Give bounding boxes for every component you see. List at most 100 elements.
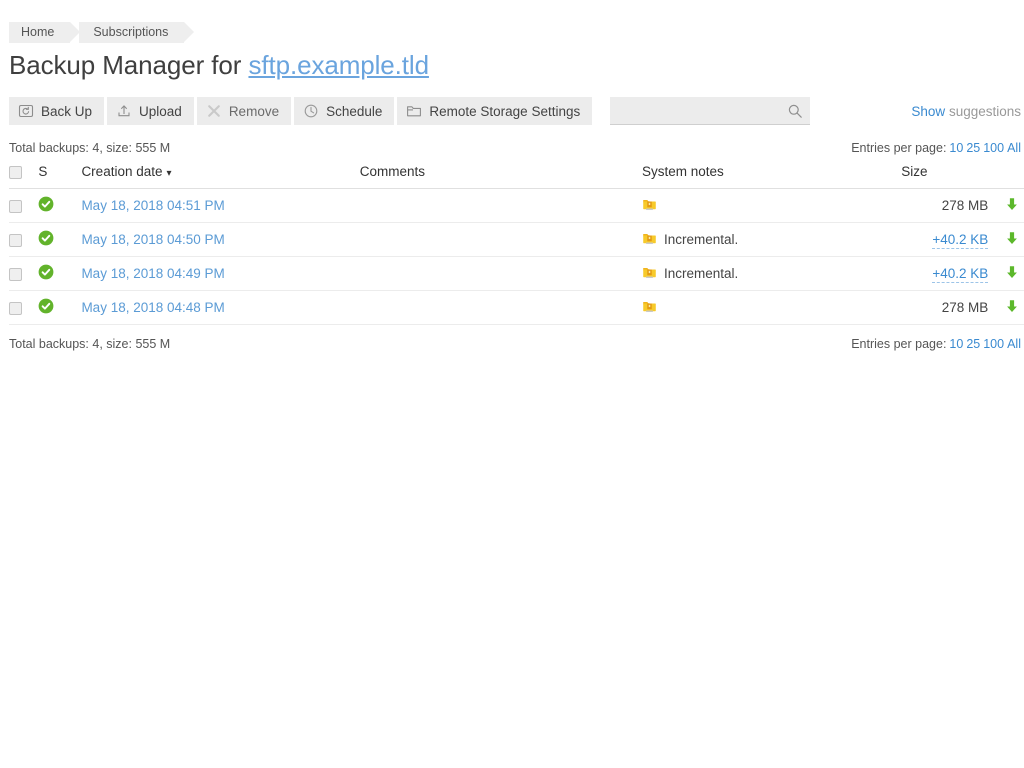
row-system-notes-cell — [642, 189, 901, 223]
row-date-cell: May 18, 2018 04:49 PM — [81, 257, 359, 291]
entries-option-10-top[interactable]: 10 — [949, 141, 963, 155]
table-row: May 18, 2018 04:49 PM Incremental. +40.2 K… — [9, 257, 1024, 291]
remove-icon — [206, 103, 222, 119]
summary-bar-bottom: Total backups: 4, size: 555 M Entries pe… — [0, 337, 1024, 351]
show-suggestions: Show suggestions — [911, 104, 1021, 119]
page-title: Backup Manager for sftp.example.tld — [9, 50, 1024, 81]
total-backups-bottom: Total backups: 4, size: 555 M — [9, 337, 170, 351]
search-icon[interactable] — [787, 103, 803, 119]
toolbar: Back Up Upload Remove Schedule — [9, 97, 1024, 125]
breadcrumb: Home Subscriptions — [0, 0, 1024, 42]
download-icon[interactable] — [1005, 302, 1019, 317]
header-creation-date-label: Creation date — [81, 164, 162, 179]
row-checkbox[interactable] — [9, 200, 22, 213]
upload-button[interactable]: Upload — [107, 97, 194, 125]
download-icon[interactable] — [1005, 234, 1019, 249]
back-up-button[interactable]: Back Up — [9, 97, 104, 125]
remote-storage-settings-button[interactable]: Remote Storage Settings — [397, 97, 592, 125]
row-checkbox[interactable] — [9, 234, 22, 247]
download-icon[interactable] — [1005, 200, 1019, 215]
row-date-cell: May 18, 2018 04:51 PM — [81, 189, 359, 223]
show-suggestions-link[interactable]: Show — [911, 104, 945, 119]
remove-button-label: Remove — [229, 104, 279, 119]
row-status-cell — [38, 223, 81, 257]
entries-option-all-bottom[interactable]: All — [1007, 337, 1021, 351]
download-icon[interactable] — [1005, 268, 1019, 283]
row-size-cell: +40.2 KB — [901, 223, 1000, 257]
row-download-cell[interactable] — [1000, 257, 1024, 291]
schedule-button-label: Schedule — [326, 104, 382, 119]
entries-option-100-bottom[interactable]: 100 — [983, 337, 1004, 351]
entries-per-page-bottom: Entries per page:1025100All — [851, 337, 1021, 351]
archive-folder-icon — [642, 265, 657, 283]
row-comment-cell — [360, 257, 642, 291]
row-size-cell: 278 MB — [901, 189, 1000, 223]
backup-date-link[interactable]: May 18, 2018 04:49 PM — [81, 266, 224, 281]
folder-icon — [406, 103, 422, 119]
row-system-notes-cell: Incremental. — [642, 223, 901, 257]
row-checkbox[interactable] — [9, 302, 22, 315]
header-select-all[interactable] — [9, 164, 38, 189]
header-download — [1000, 164, 1024, 189]
total-backups-top: Total backups: 4, size: 555 M — [9, 141, 170, 155]
table-row: May 18, 2018 04:48 PM 278 MB — [9, 291, 1024, 325]
row-checkbox[interactable] — [9, 268, 22, 281]
row-select-cell[interactable] — [9, 189, 38, 223]
table-row: May 18, 2018 04:50 PM Incremental. +40.2 K… — [9, 223, 1024, 257]
entries-option-100-top[interactable]: 100 — [983, 141, 1004, 155]
show-suggestions-text: suggestions — [945, 104, 1021, 119]
schedule-button[interactable]: Schedule — [294, 97, 394, 125]
row-download-cell[interactable] — [1000, 223, 1024, 257]
backup-date-link[interactable]: May 18, 2018 04:48 PM — [81, 300, 224, 315]
status-ok-icon — [38, 234, 54, 249]
row-system-notes-cell — [642, 291, 901, 325]
header-creation-date[interactable]: Creation date ▾ — [81, 164, 359, 189]
row-download-cell[interactable] — [1000, 291, 1024, 325]
backup-size-link[interactable]: +40.2 KB — [932, 232, 988, 249]
table-row: May 18, 2018 04:51 PM 278 MB — [9, 189, 1024, 223]
system-note-text: Incremental. — [664, 232, 738, 247]
breadcrumb-home[interactable]: Home — [9, 22, 70, 43]
row-date-cell: May 18, 2018 04:50 PM — [81, 223, 359, 257]
archive-folder-icon — [642, 197, 657, 215]
entries-option-25-bottom[interactable]: 25 — [966, 337, 980, 351]
entries-option-all-top[interactable]: All — [1007, 141, 1021, 155]
breadcrumb-subscriptions[interactable]: Subscriptions — [79, 22, 184, 43]
search-input[interactable] — [610, 97, 810, 125]
entries-option-25-top[interactable]: 25 — [966, 141, 980, 155]
row-status-cell — [38, 257, 81, 291]
header-comments[interactable]: Comments — [360, 164, 642, 189]
backup-size-link[interactable]: +40.2 KB — [932, 266, 988, 283]
header-system-notes[interactable]: System notes — [642, 164, 901, 189]
entries-option-10-bottom[interactable]: 10 — [949, 337, 963, 351]
remote-storage-settings-button-label: Remote Storage Settings — [429, 104, 580, 119]
page-title-host-link[interactable]: sftp.example.tld — [248, 50, 429, 80]
backups-table-head: S Creation date ▾ Comments System notes S… — [9, 164, 1024, 189]
header-status[interactable]: S — [38, 164, 81, 189]
entries-per-page-label-bottom: Entries per page: — [851, 337, 946, 351]
row-select-cell[interactable] — [9, 291, 38, 325]
back-up-button-label: Back Up — [41, 104, 92, 119]
sort-desc-caret-icon: ▾ — [167, 168, 172, 179]
backup-icon — [18, 103, 34, 119]
upload-icon — [116, 103, 132, 119]
upload-button-label: Upload — [139, 104, 182, 119]
row-date-cell: May 18, 2018 04:48 PM — [81, 291, 359, 325]
select-all-checkbox[interactable] — [9, 166, 22, 179]
row-download-cell[interactable] — [1000, 189, 1024, 223]
entries-per-page-top: Entries per page:1025100All — [851, 141, 1021, 155]
status-ok-icon — [38, 268, 54, 283]
backup-date-link[interactable]: May 18, 2018 04:50 PM — [81, 232, 224, 247]
archive-folder-icon — [642, 299, 657, 317]
backup-size-value: 278 MB — [942, 198, 989, 213]
row-select-cell[interactable] — [9, 257, 38, 291]
row-size-cell: +40.2 KB — [901, 257, 1000, 291]
backup-date-link[interactable]: May 18, 2018 04:51 PM — [81, 198, 224, 213]
remove-button[interactable]: Remove — [197, 97, 291, 125]
header-size[interactable]: Size — [901, 164, 1000, 189]
archive-folder-icon — [642, 231, 657, 249]
backup-size-value: 278 MB — [942, 300, 989, 315]
row-system-notes-cell: Incremental. — [642, 257, 901, 291]
system-note-text: Incremental. — [664, 266, 738, 281]
row-select-cell[interactable] — [9, 223, 38, 257]
